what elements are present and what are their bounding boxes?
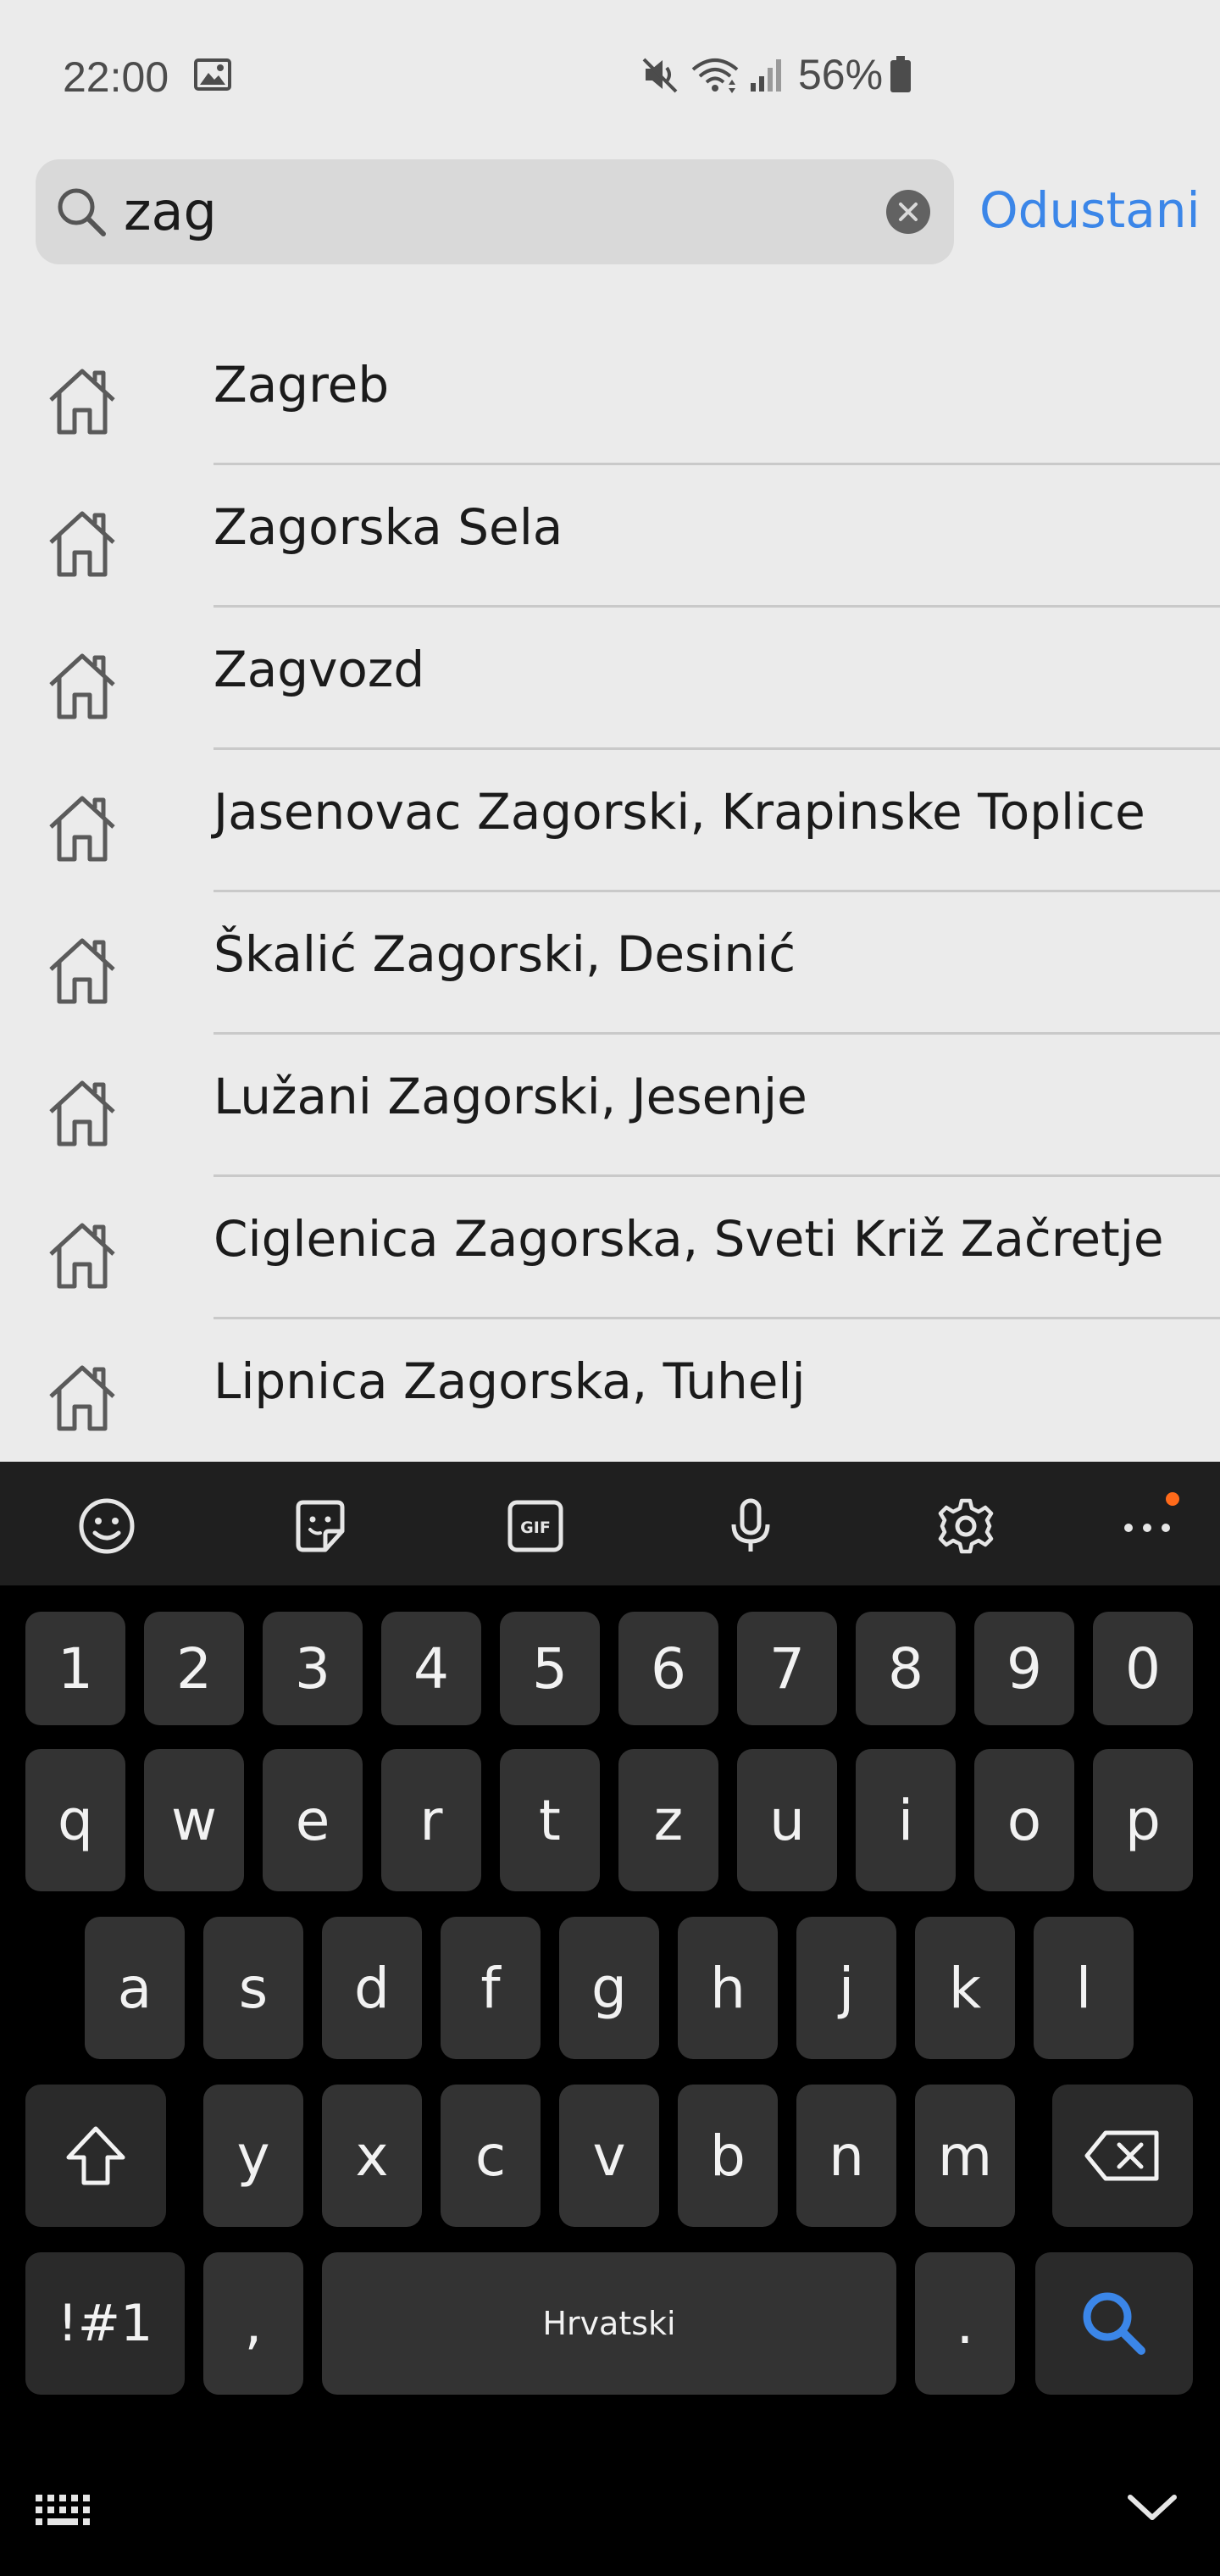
key-a[interactable]: a <box>85 1917 185 2059</box>
cancel-button[interactable]: Odustani <box>979 181 1201 239</box>
key-t[interactable]: t <box>500 1749 600 1891</box>
search-key[interactable] <box>1035 2252 1193 2395</box>
key-5[interactable]: 5 <box>500 1612 600 1725</box>
home-icon <box>49 1365 115 1431</box>
key-c[interactable]: c <box>441 2085 541 2227</box>
status-right: 56% <box>640 49 913 100</box>
result-label: Zagreb <box>214 356 390 414</box>
key-g[interactable]: g <box>559 1917 659 2059</box>
key-u[interactable]: u <box>737 1749 837 1891</box>
list-item[interactable]: Lužani Zagorski, Jesenje <box>0 1034 1220 1177</box>
result-label: Lužani Zagorski, Jesenje <box>214 1068 807 1125</box>
key-z[interactable]: z <box>618 1749 718 1891</box>
key-6[interactable]: 6 <box>618 1612 718 1725</box>
key-i[interactable]: i <box>856 1749 956 1891</box>
backspace-icon <box>1084 2130 1159 2181</box>
symbols-key[interactable]: !#1 <box>25 2252 185 2395</box>
comma-key[interactable]: , <box>203 2252 303 2395</box>
key-j[interactable]: j <box>796 1917 896 2059</box>
result-label: Lipnica Zagorska, Tuhelj <box>214 1352 806 1410</box>
key-8[interactable]: 8 <box>856 1612 956 1725</box>
home-icon <box>49 653 115 719</box>
shift-key[interactable] <box>25 2085 166 2227</box>
key-r[interactable]: r <box>381 1749 481 1891</box>
battery-percent: 56% <box>798 51 884 98</box>
key-2[interactable]: 2 <box>144 1612 244 1725</box>
microphone-icon[interactable] <box>720 1496 781 1557</box>
key-y[interactable]: y <box>203 2085 303 2227</box>
period-key[interactable]: . <box>915 2252 1015 2395</box>
keyboard: GIF 1 2 3 4 5 6 7 8 9 0 q w e r t z u i … <box>0 1462 1220 2576</box>
key-e[interactable]: e <box>263 1749 363 1891</box>
key-v[interactable]: v <box>559 2085 659 2227</box>
home-icon <box>49 1223 115 1289</box>
key-m[interactable]: m <box>915 2085 1015 2227</box>
search-box[interactable] <box>36 159 954 264</box>
key-k[interactable]: k <box>915 1917 1015 2059</box>
key-1[interactable]: 1 <box>25 1612 125 1725</box>
result-label: Jasenovac Zagorski, Krapinske Toplice <box>214 783 1145 841</box>
key-9[interactable]: 9 <box>974 1612 1074 1725</box>
list-item[interactable]: Zagvozd <box>0 607 1220 750</box>
home-icon <box>49 1080 115 1146</box>
home-icon <box>49 796 115 862</box>
keyboard-switch-icon[interactable] <box>34 2493 97 2530</box>
list-item[interactable]: Zagorska Sela <box>0 464 1220 608</box>
key-0[interactable]: 0 <box>1093 1612 1193 1725</box>
result-label: Zagorska Sela <box>214 498 563 556</box>
space-key[interactable]: Hrvatski <box>322 2252 896 2395</box>
key-d[interactable]: d <box>322 1917 422 2059</box>
list-item[interactable]: Lipnica Zagorska, Tuhelj <box>0 1319 1220 1461</box>
key-f[interactable]: f <box>441 1917 541 2059</box>
key-o[interactable]: o <box>974 1749 1074 1891</box>
result-label: Ciglenica Zagorska, Sveti Križ Začretje <box>214 1210 1164 1268</box>
home-icon <box>49 369 115 435</box>
key-l[interactable]: l <box>1034 1917 1134 2059</box>
key-h[interactable]: h <box>678 1917 778 2059</box>
status-bar: 22:00 56% <box>0 0 1220 153</box>
list-item[interactable]: Ciglenica Zagorska, Sveti Križ Začretje <box>0 1176 1220 1319</box>
mute-icon <box>642 58 678 93</box>
search-icon <box>58 188 106 236</box>
clear-search-button[interactable] <box>886 190 930 234</box>
gif-icon[interactable]: GIF <box>505 1496 566 1557</box>
home-icon <box>49 511 115 577</box>
search-icon <box>1083 2292 1145 2355</box>
emoji-icon[interactable] <box>76 1496 137 1557</box>
key-7[interactable]: 7 <box>737 1612 837 1725</box>
home-icon <box>49 938 115 1004</box>
key-3[interactable]: 3 <box>263 1612 363 1725</box>
key-w[interactable]: w <box>144 1749 244 1891</box>
backspace-key[interactable] <box>1052 2085 1193 2227</box>
key-4[interactable]: 4 <box>381 1612 481 1725</box>
list-item[interactable]: Zagreb <box>0 322 1220 465</box>
key-p[interactable]: p <box>1093 1749 1193 1891</box>
key-x[interactable]: x <box>322 2085 422 2227</box>
chevron-down-icon[interactable] <box>1125 2489 1179 2526</box>
wifi-icon <box>691 58 739 93</box>
list-item[interactable]: Škalić Zagorski, Desinić <box>0 891 1220 1035</box>
shift-icon <box>66 2126 125 2185</box>
status-time: 22:00 <box>63 53 169 101</box>
image-icon <box>194 58 231 91</box>
settings-icon[interactable] <box>935 1496 996 1557</box>
key-q[interactable]: q <box>25 1749 125 1891</box>
result-label: Zagvozd <box>214 641 425 698</box>
battery-icon <box>890 56 912 92</box>
close-icon <box>899 203 918 221</box>
key-s[interactable]: s <box>203 1917 303 2059</box>
keyboard-toolbar: GIF <box>0 1462 1220 1585</box>
notification-dot <box>1166 1492 1179 1506</box>
key-n[interactable]: n <box>796 2085 896 2227</box>
key-b[interactable]: b <box>678 2085 778 2227</box>
search-input[interactable] <box>124 178 886 246</box>
signal-icon <box>751 59 781 92</box>
result-label: Škalić Zagorski, Desinić <box>214 925 796 983</box>
gif-label: GIF <box>520 1518 551 1537</box>
list-item[interactable]: Jasenovac Zagorski, Krapinske Toplice <box>0 749 1220 892</box>
sticker-icon[interactable] <box>290 1496 351 1557</box>
